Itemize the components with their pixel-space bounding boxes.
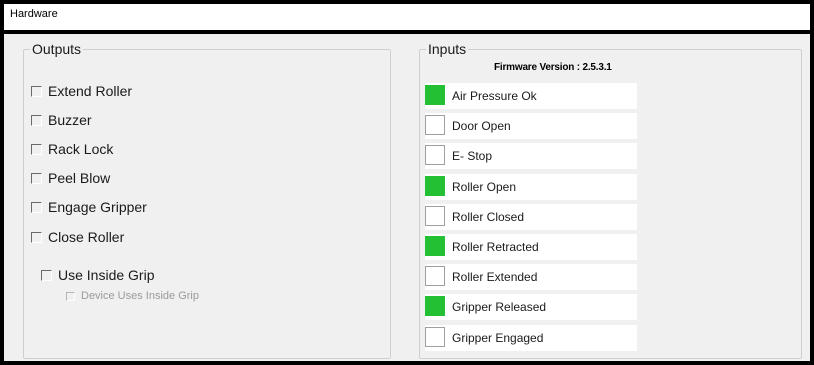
input-door-open: Door Open (425, 113, 637, 139)
checkbox-rack-lock[interactable] (31, 143, 42, 155)
output-label: Close Roller (48, 229, 125, 245)
checkbox-buzzer[interactable] (31, 114, 42, 126)
checkbox-device-uses-inside-grip (66, 291, 75, 301)
output-close-roller[interactable]: Close Roller (31, 229, 124, 245)
checkbox-extend-roller[interactable] (31, 85, 42, 97)
input-gripper-released: Gripper Released (425, 294, 637, 320)
status-indicator (425, 115, 445, 135)
use-inside-grip-label: Use Inside Grip (58, 267, 155, 283)
outputs-legend: Outputs (32, 41, 82, 57)
output-engage-gripper[interactable]: Engage Gripper (31, 199, 147, 215)
firmware-version: Firmware Version : 2.5.3.1 (494, 62, 612, 73)
input-label: Gripper Engaged (452, 331, 544, 345)
input-label: Roller Closed (452, 210, 525, 224)
status-indicator (425, 85, 445, 105)
window-title: Hardware (10, 8, 58, 20)
device-uses-inside-grip-label: Device Uses Inside Grip (81, 290, 199, 302)
input-roller-closed: Roller Closed (425, 204, 637, 230)
status-indicator (425, 206, 445, 226)
output-label: Rack Lock (48, 141, 114, 157)
output-extend-roller[interactable]: Extend Roller (31, 83, 132, 99)
use-inside-grip[interactable]: Use Inside Grip (41, 267, 154, 283)
status-indicator (425, 176, 445, 196)
input-label: E- Stop (452, 149, 493, 163)
input-label: Air Pressure Ok (452, 89, 537, 103)
status-indicator (425, 296, 445, 316)
status-indicator (425, 327, 445, 347)
checkbox-engage-gripper[interactable] (31, 201, 42, 213)
input-label: Door Open (452, 119, 511, 133)
output-peel-blow[interactable]: Peel Blow (31, 170, 110, 186)
status-indicator (425, 266, 445, 286)
checkbox-close-roller[interactable] (31, 231, 42, 243)
title-bar: Hardware (4, 4, 810, 34)
output-rack-lock[interactable]: Rack Lock (31, 141, 113, 157)
output-label: Engage Gripper (48, 199, 147, 215)
input-label: Gripper Released (452, 300, 547, 314)
status-indicator (425, 236, 445, 256)
input-roller-retracted: Roller Retracted (425, 234, 637, 260)
inputs-legend: Inputs (428, 41, 467, 57)
input-roller-open: Roller Open (425, 174, 637, 200)
input-label: Roller Retracted (452, 240, 539, 254)
input-gripper-engaged: Gripper Engaged (425, 325, 637, 351)
output-label: Extend Roller (48, 83, 133, 99)
input-label: Roller Extended (452, 270, 538, 284)
checkbox-peel-blow[interactable] (31, 172, 42, 184)
input-label: Roller Open (452, 180, 517, 194)
hardware-window: Hardware Outputs Extend Roller Buzzer Ra… (0, 0, 814, 365)
output-label: Peel Blow (48, 170, 111, 186)
input-roller-extended: Roller Extended (425, 264, 637, 290)
input-e-stop: E- Stop (425, 143, 637, 169)
outputs-panel: Outputs Extend Roller Buzzer Rack Lock P… (4, 34, 416, 361)
output-buzzer[interactable]: Buzzer (31, 112, 92, 128)
input-air-pressure-ok: Air Pressure Ok (425, 83, 637, 109)
status-indicator (425, 145, 445, 165)
checkbox-use-inside-grip[interactable] (41, 269, 52, 281)
device-uses-inside-grip: Device Uses Inside Grip (66, 290, 199, 302)
inputs-panel: Inputs Firmware Version : 2.5.3.1 Air Pr… (416, 34, 810, 361)
output-label: Buzzer (48, 112, 92, 128)
